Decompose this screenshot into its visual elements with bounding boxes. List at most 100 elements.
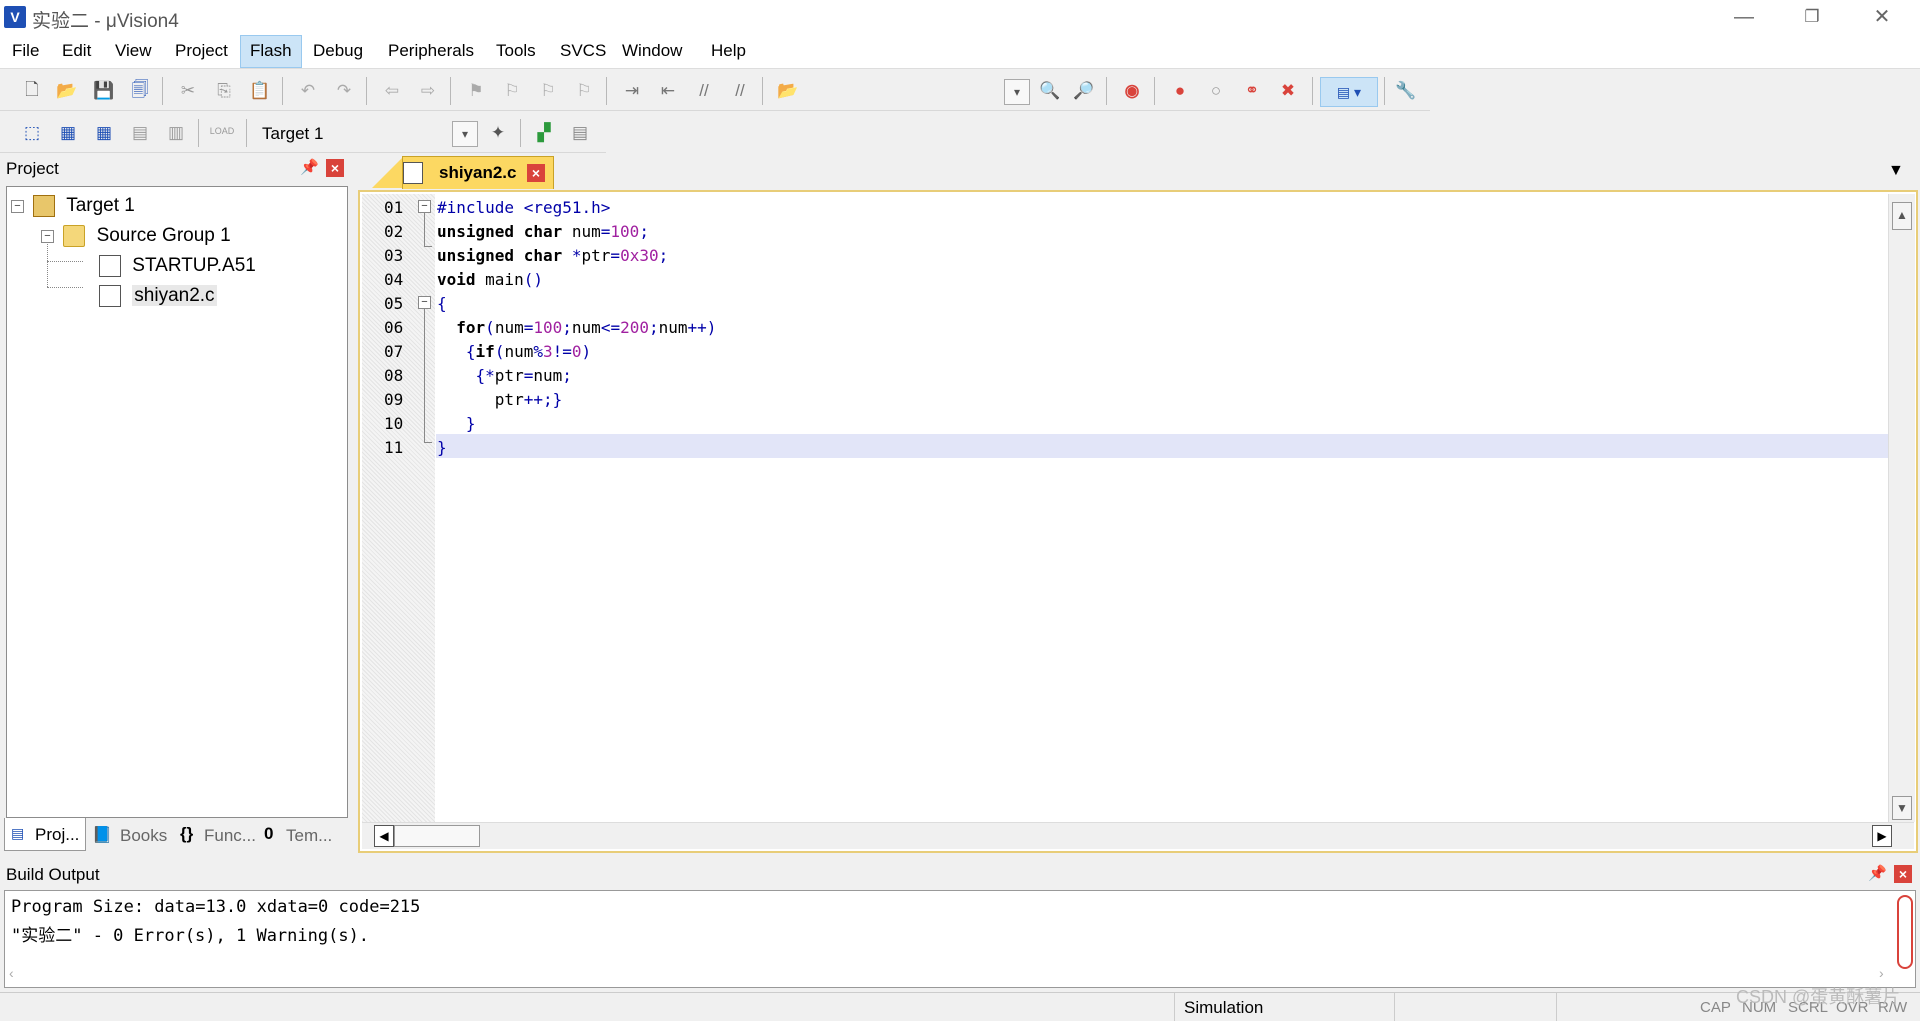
menu-bar: File Edit View Project Flash Debug Perip… bbox=[0, 34, 1920, 69]
target-dropdown-icon[interactable]: ▾ bbox=[452, 121, 478, 147]
menu-peripherals[interactable]: Peripherals bbox=[388, 41, 474, 61]
indent-icon[interactable]: ⇥ bbox=[620, 79, 644, 103]
scroll-down-icon[interactable]: ▼ bbox=[1892, 796, 1912, 820]
debug-session-icon[interactable]: ◉ bbox=[1120, 79, 1144, 103]
undo-icon[interactable]: ↶ bbox=[296, 79, 320, 103]
menu-debug[interactable]: Debug bbox=[313, 41, 363, 61]
code-line-3: unsigned char *ptr=0x30; bbox=[437, 246, 669, 265]
breakpoint-disable-icon[interactable]: ○ bbox=[1204, 79, 1228, 103]
scroll-left-icon[interactable]: ‹ bbox=[9, 965, 14, 981]
copy-icon[interactable]: ⎘ bbox=[212, 79, 236, 103]
bookmark-icon[interactable]: ⚑ bbox=[464, 79, 488, 103]
menu-view[interactable]: View bbox=[115, 41, 152, 61]
fold-line bbox=[424, 212, 426, 246]
tree-item-startup[interactable]: STARTUP.A51 bbox=[99, 255, 256, 277]
code-line-6: for(num=100;num<=200;num++) bbox=[456, 318, 717, 337]
window-layout-icon[interactable]: ▤ ▾ bbox=[1320, 77, 1378, 107]
tab-label: Func... bbox=[204, 826, 256, 845]
scroll-left-icon[interactable]: ◀ bbox=[374, 825, 394, 847]
tab-templates[interactable]: 0 Tem... bbox=[262, 822, 344, 850]
load-icon[interactable]: LOAD bbox=[210, 119, 235, 143]
tab-functions[interactable]: {} Func... bbox=[178, 822, 258, 850]
comment-icon[interactable]: // bbox=[692, 79, 716, 103]
menu-tools[interactable]: Tools bbox=[496, 41, 536, 61]
menu-window[interactable]: Window bbox=[622, 41, 682, 61]
bookmark-prev-icon[interactable]: ⚐ bbox=[500, 79, 524, 103]
tab-books[interactable]: 📘 Books bbox=[90, 822, 172, 850]
tree-item-shiyan2[interactable]: shiyan2.c bbox=[99, 285, 217, 307]
build-output-text[interactable]: Program Size: data=13.0 xdata=0 code=215… bbox=[4, 890, 1916, 988]
batch-build-icon[interactable]: ▤ bbox=[128, 121, 152, 145]
unindent-icon[interactable]: ⇤ bbox=[656, 79, 680, 103]
editor-tab-close-icon[interactable]: × bbox=[527, 164, 545, 182]
new-file-icon[interactable]: 🗋 bbox=[20, 79, 44, 103]
line-number: 07 bbox=[384, 342, 404, 361]
editor-tabs-dropdown-icon[interactable]: ▼ bbox=[1888, 162, 1904, 180]
status-mode: Simulation bbox=[1184, 998, 1264, 1017]
cut-icon[interactable]: ✂ bbox=[176, 79, 200, 103]
tab-project[interactable]: ▤ Proj... bbox=[4, 818, 86, 851]
editor-tab-shiyan2[interactable]: shiyan2.c × bbox=[402, 156, 554, 189]
project-tabs: ▤ Proj... 📘 Books {} Func... 0 Tem... bbox=[0, 818, 352, 852]
pin-icon[interactable]: 📌 bbox=[300, 158, 319, 176]
save-all-icon[interactable]: 🗐 bbox=[128, 79, 152, 103]
tree-item-target[interactable]: − Target 1 bbox=[11, 195, 135, 217]
find-icon[interactable]: 🔍 bbox=[1038, 79, 1062, 103]
configure-icon[interactable]: 🔧 bbox=[1394, 79, 1418, 103]
menu-project[interactable]: Project bbox=[175, 41, 228, 61]
restore-button[interactable]: ❐ bbox=[1792, 4, 1832, 30]
rebuild-icon[interactable]: ▦ bbox=[92, 121, 116, 145]
build-output-vertical-scrollbar[interactable] bbox=[1897, 895, 1913, 969]
editor-tab-bar bbox=[358, 154, 1920, 188]
menu-file[interactable]: File bbox=[12, 41, 39, 61]
line-number: 01 bbox=[384, 198, 404, 217]
minimize-button[interactable]: — bbox=[1724, 4, 1764, 30]
fold-line bbox=[424, 308, 426, 442]
breakpoints-kill-all-icon[interactable]: ✖ bbox=[1276, 79, 1300, 103]
paste-icon[interactable]: 📋 bbox=[248, 79, 272, 103]
scroll-up-icon[interactable]: ▲ bbox=[1892, 202, 1912, 230]
nav-back-icon[interactable]: ⇦ bbox=[380, 79, 404, 103]
stop-build-icon[interactable]: ▥ bbox=[164, 121, 188, 145]
fold-toggle-icon[interactable]: − bbox=[418, 200, 431, 213]
build-output-close-icon[interactable]: × bbox=[1894, 865, 1912, 883]
nav-forward-icon[interactable]: ⇨ bbox=[416, 79, 440, 103]
redo-icon[interactable]: ↷ bbox=[332, 79, 356, 103]
find-dropdown-icon[interactable]: ▾ bbox=[1004, 79, 1030, 105]
breakpoint-icon[interactable]: ● bbox=[1168, 79, 1192, 103]
fold-toggle-icon[interactable]: − bbox=[418, 296, 431, 309]
build-icon[interactable]: ▦ bbox=[56, 121, 80, 145]
code-area[interactable] bbox=[436, 194, 1888, 822]
collapse-icon[interactable]: − bbox=[11, 199, 24, 213]
project-panel-close-icon[interactable]: × bbox=[326, 159, 344, 177]
target-options-icon[interactable]: ✦ bbox=[486, 121, 510, 145]
tree-item-source-group[interactable]: − Source Group 1 bbox=[41, 225, 231, 247]
menu-flash[interactable]: Flash bbox=[250, 41, 292, 61]
find-in-files-icon[interactable]: 📂 bbox=[776, 79, 800, 103]
open-folder-icon[interactable]: 📂 bbox=[55, 79, 79, 103]
menu-edit[interactable]: Edit bbox=[62, 41, 91, 61]
pin-icon[interactable]: 📌 bbox=[1868, 864, 1887, 882]
build-output-header: Build Output 📌 × bbox=[0, 860, 1920, 888]
scroll-right-icon[interactable]: › bbox=[1879, 965, 1884, 981]
target-select[interactable]: Target 1 bbox=[262, 124, 323, 144]
close-window-button[interactable]: ✕ bbox=[1862, 4, 1902, 30]
line-number: 08 bbox=[384, 366, 404, 385]
editor-horizontal-scrollbar[interactable]: ◀ ▶ bbox=[362, 822, 1914, 849]
breakpoints-disable-all-icon[interactable]: ⚭ bbox=[1240, 79, 1264, 103]
manage-components-icon[interactable]: ▞ bbox=[532, 121, 556, 145]
menu-svcs[interactable]: SVCS bbox=[560, 41, 606, 61]
translate-icon[interactable]: ⬚ bbox=[20, 121, 44, 145]
bookmark-clear-icon[interactable]: ⚐ bbox=[572, 79, 596, 103]
horizontal-scroll-thumb[interactable] bbox=[394, 825, 480, 847]
incremental-find-icon[interactable]: 🔎 bbox=[1072, 79, 1096, 103]
uncomment-icon[interactable]: // bbox=[728, 79, 752, 103]
save-icon[interactable]: 💾 bbox=[92, 79, 116, 103]
collapse-icon[interactable]: − bbox=[41, 229, 54, 243]
editor-vertical-scrollbar[interactable]: ▲ ▼ bbox=[1888, 194, 1915, 822]
code-line-5: { bbox=[437, 294, 447, 313]
scroll-right-icon[interactable]: ▶ bbox=[1872, 825, 1892, 847]
menu-help[interactable]: Help bbox=[711, 41, 746, 61]
bookmark-next-icon[interactable]: ⚐ bbox=[536, 79, 560, 103]
select-packs-icon[interactable]: ▤ bbox=[568, 121, 592, 145]
